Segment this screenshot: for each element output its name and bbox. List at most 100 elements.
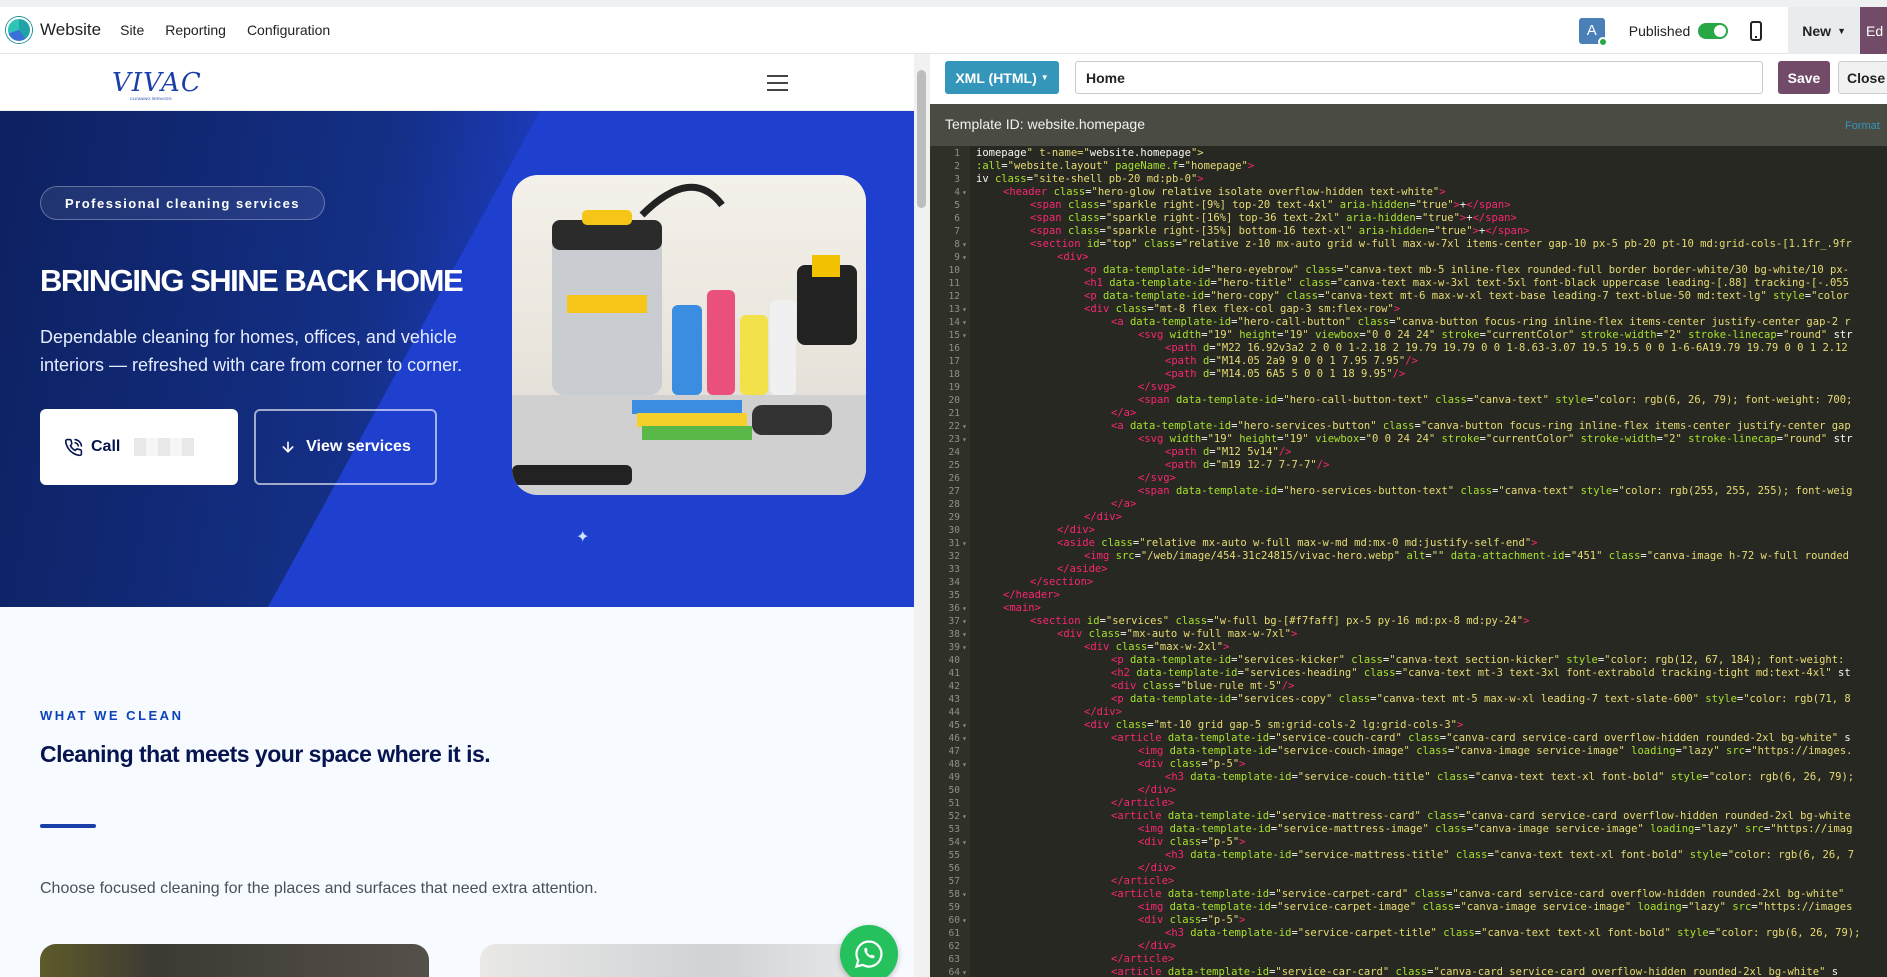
mobile-preview-icon[interactable]: [1750, 20, 1763, 41]
published-label: Published: [1628, 22, 1691, 39]
app-name: Website: [40, 20, 102, 39]
code-line: <img data-template-id="service-couch-ima…: [1138, 745, 1853, 757]
site-logo[interactable]: VIVAC: [112, 68, 202, 98]
menu-reporting[interactable]: Reporting: [165, 22, 226, 38]
fold-toggle-icon[interactable]: ▾: [962, 329, 967, 342]
fold-toggle-icon[interactable]: ▾: [962, 251, 967, 264]
line-number: 46: [948, 733, 960, 744]
code-line: <path d="M14.05 2a9 9 0 0 1 7.95 7.95"/>: [1165, 355, 1418, 367]
line-number: 58: [948, 889, 960, 900]
published-toggle[interactable]: [1698, 22, 1729, 39]
service-couch-card[interactable]: [40, 944, 429, 977]
hero-section: Professional cleaning services BRINGING …: [0, 111, 914, 607]
fold-toggle-icon[interactable]: ▾: [962, 537, 967, 550]
code-line: <div class="mt-8 flex flex-col gap-3 sm:…: [1084, 303, 1401, 315]
view-selector[interactable]: Home: [1075, 61, 1763, 94]
hero-call-button[interactable]: Call: [40, 409, 238, 485]
code-line: <article data-template-id="service-car-c…: [1111, 966, 1839, 977]
line-number: 28: [948, 499, 960, 510]
preview-scrollbar-thumb[interactable]: [917, 70, 926, 208]
code-line: iomepage" t-name="website.homepage">: [976, 147, 1204, 159]
whatsapp-icon: [854, 940, 883, 969]
fold-toggle-icon[interactable]: ▾: [962, 732, 967, 745]
line-number: 50: [948, 785, 960, 796]
code-line: <div class="p-5">: [1138, 836, 1246, 848]
line-number: 1: [954, 148, 960, 159]
line-number: 15: [948, 330, 960, 341]
code-line: <section id="services" class="w-full bg-…: [1030, 615, 1530, 627]
resource-type-dropdown[interactable]: XML (HTML) ▼: [945, 61, 1059, 94]
view-services-label: View services: [306, 438, 411, 455]
format-link[interactable]: Format: [1845, 120, 1880, 132]
code-line: <div class="p-5">: [1138, 758, 1246, 770]
website-app-icon: [6, 17, 32, 43]
view-services-button[interactable]: View services: [254, 409, 437, 485]
fold-toggle-icon[interactable]: ▾: [962, 914, 967, 927]
new-button[interactable]: New ▼: [1788, 7, 1860, 54]
line-number: 11: [948, 278, 960, 289]
code-line: <span class="sparkle right-[35%] bottom-…: [1030, 225, 1530, 237]
close-button[interactable]: Close: [1838, 61, 1887, 94]
fold-toggle-icon[interactable]: ▾: [962, 186, 967, 199]
cleaning-supplies-illustration: [512, 183, 866, 495]
services-section: WHAT WE CLEAN Cleaning that meets your s…: [0, 607, 914, 977]
line-number: 63: [948, 954, 960, 965]
user-avatar[interactable]: A: [1578, 17, 1608, 47]
code-line: </header>: [1003, 589, 1060, 601]
menu-configuration[interactable]: Configuration: [247, 22, 330, 38]
blue-rule: [40, 824, 96, 828]
fold-toggle-icon[interactable]: ▾: [962, 836, 967, 849]
code-line: <article data-template-id="service-couch…: [1111, 732, 1851, 744]
line-number: 53: [948, 824, 960, 835]
online-status-icon: [1597, 36, 1608, 47]
code-line: </div>: [1057, 524, 1095, 536]
code-line: <article data-template-id="service-carpe…: [1111, 888, 1845, 900]
topbar-actions: A Published New ▼ Ed: [1578, 7, 1887, 54]
app-brand[interactable]: Website: [6, 17, 101, 43]
code-line: <img data-template-id="service-mattress-…: [1138, 823, 1853, 835]
code-line: <svg width="19" height="19" viewbox="0 0…: [1138, 329, 1853, 341]
fold-toggle-icon[interactable]: ▾: [962, 420, 967, 433]
fold-toggle-icon[interactable]: ▾: [962, 719, 967, 732]
line-number: 19: [948, 382, 960, 393]
fold-toggle-icon[interactable]: ▾: [962, 888, 967, 901]
code-line: <h3 data-template-id="service-carpet-tit…: [1165, 927, 1861, 939]
save-button[interactable]: Save: [1778, 61, 1830, 94]
fold-toggle-icon[interactable]: ▾: [962, 966, 967, 977]
menu-site[interactable]: Site: [120, 22, 144, 38]
code-line: </div>: [1138, 862, 1176, 874]
code-line: </svg>: [1138, 381, 1176, 393]
code-line: </div>: [1138, 784, 1176, 796]
code-line: </article>: [1111, 875, 1175, 887]
fold-toggle-icon[interactable]: ▾: [962, 238, 967, 251]
fold-toggle-icon[interactable]: ▾: [962, 303, 967, 316]
code-line: </div>: [1084, 511, 1122, 523]
code-line: <img data-template-id="service-carpet-im…: [1138, 901, 1853, 913]
site-header: VIVAC CLEANING SERVICES: [0, 54, 914, 111]
fold-toggle-icon[interactable]: ▾: [962, 641, 967, 654]
fold-toggle-icon[interactable]: ▾: [962, 602, 967, 615]
code-line: <path d="M12 5v14"/>: [1165, 446, 1292, 458]
code-line: <path d="M22 16.92v3a2 2 0 0 1-2.18 2 19…: [1165, 342, 1848, 354]
fold-toggle-icon[interactable]: ▾: [962, 615, 967, 628]
code-line: <svg width="19" height="19" viewbox="0 0…: [1138, 433, 1853, 445]
line-number: 64: [948, 967, 960, 977]
hamburger-menu-icon[interactable]: [767, 75, 788, 91]
code-line: <h2 data-template-id="services-heading" …: [1111, 667, 1851, 679]
line-number: 37: [948, 616, 960, 627]
line-number: 45: [948, 720, 960, 731]
fold-toggle-icon[interactable]: ▾: [962, 628, 967, 641]
code-line: <header class="hero-glow relative isolat…: [1003, 186, 1446, 198]
edit-button[interactable]: Ed: [1860, 7, 1887, 54]
fold-toggle-icon[interactable]: ▾: [962, 810, 967, 823]
template-id: Template ID: website.homepage: [945, 116, 1145, 132]
code-editor[interactable]: 1 iomepage" t-name="website.homepage"> 2:a…: [930, 146, 1887, 977]
fold-toggle-icon[interactable]: ▾: [962, 316, 967, 329]
whatsapp-button[interactable]: [840, 925, 898, 977]
fold-toggle-icon[interactable]: ▾: [962, 433, 967, 446]
service-mattress-card[interactable]: [480, 944, 869, 977]
line-number: 18: [948, 369, 960, 380]
line-number: 14: [948, 317, 960, 328]
fold-toggle-icon[interactable]: ▾: [962, 758, 967, 771]
code-line: <h1 data-template-id="hero-title" class=…: [1084, 277, 1849, 289]
